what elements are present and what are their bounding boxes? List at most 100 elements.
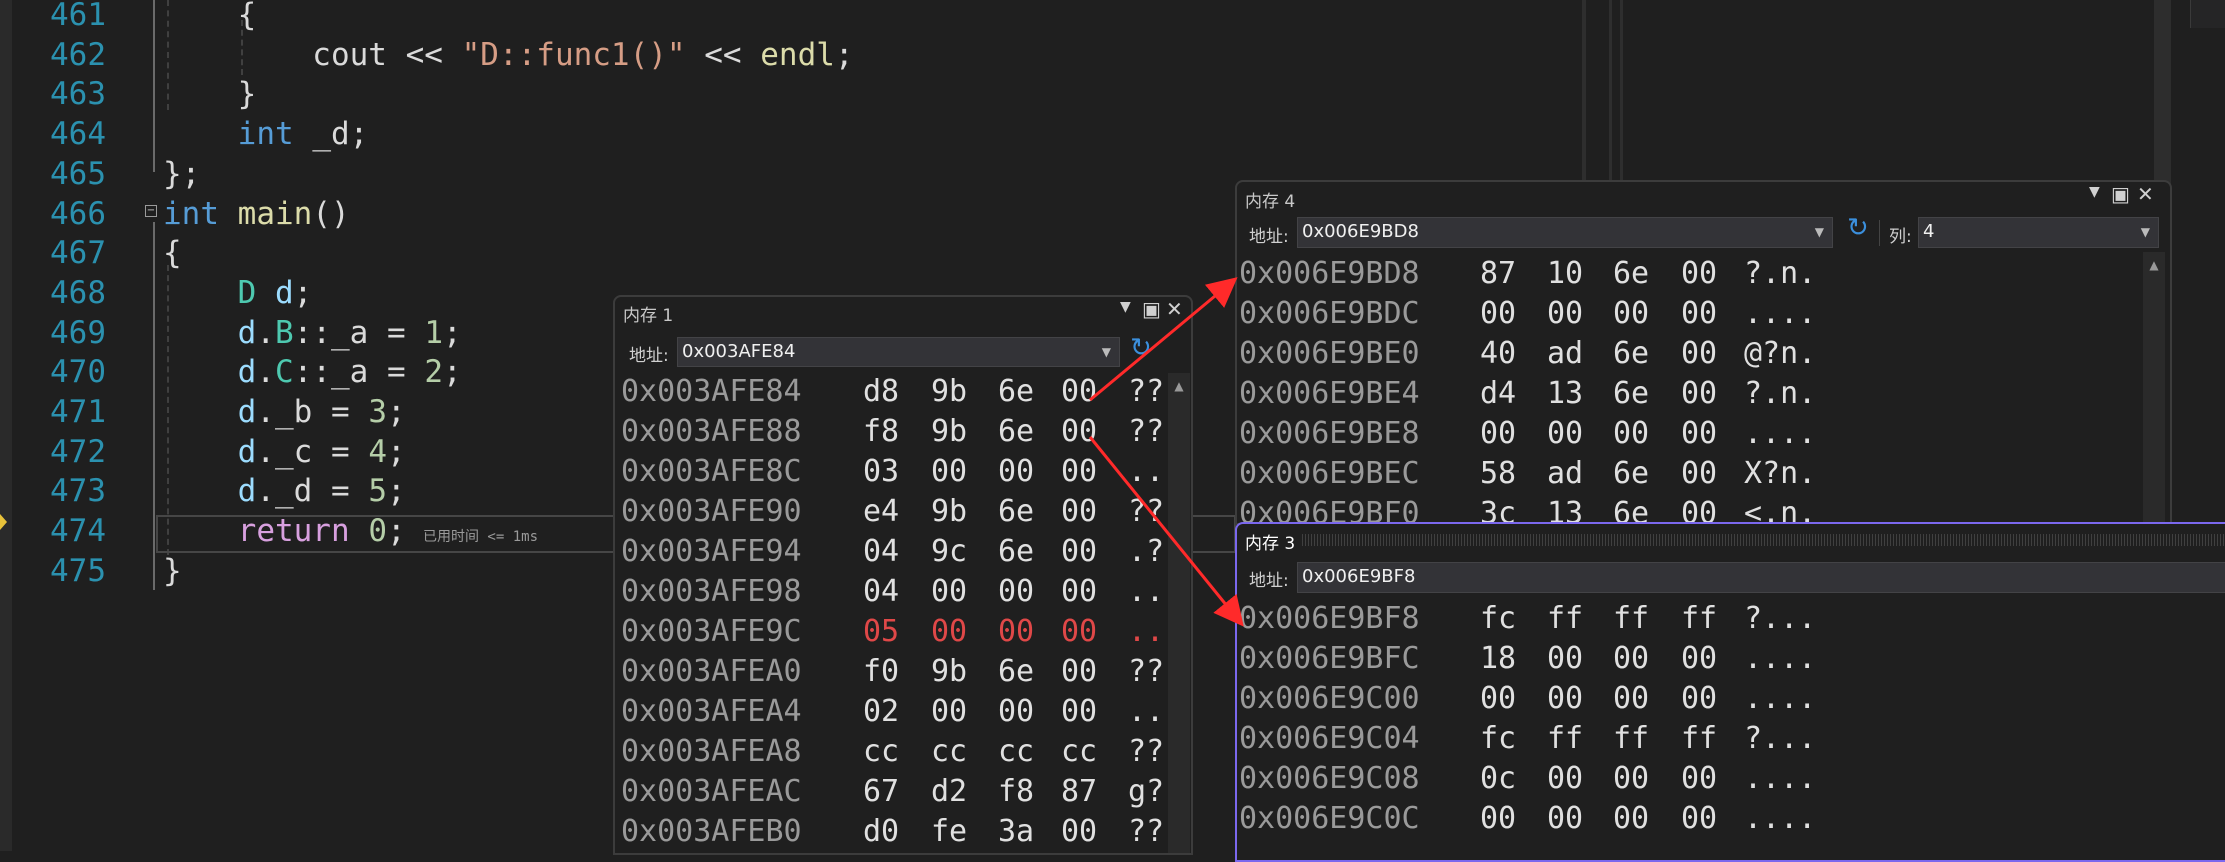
memory-byte[interactable]: 02	[863, 692, 899, 732]
memory-byte[interactable]: ad	[1547, 454, 1583, 494]
memory-byte[interactable]: 00	[1547, 639, 1583, 679]
memory-byte[interactable]: ad	[1547, 334, 1583, 374]
memory-byte[interactable]: d0	[863, 812, 899, 852]
memory-byte[interactable]: 00	[1613, 759, 1649, 799]
memory-byte[interactable]: cc	[998, 732, 1034, 772]
memory-window-4[interactable]: 内存 4 ▼ ▣ ✕ 地址: 0x006E9BD8 ▼ ↻ 列: 4 ▼ ▲ 0x0…	[1235, 180, 2172, 525]
memory-byte[interactable]: 87	[1480, 254, 1516, 294]
memory-byte[interactable]: 00	[1681, 679, 1717, 719]
memory-byte[interactable]: 00	[1681, 799, 1717, 839]
memory-row[interactable]: 0x003AFE94 04 9c 6e 00.?	[615, 532, 1191, 572]
memory-byte[interactable]: 18	[1480, 639, 1516, 679]
memory-byte[interactable]: f8	[863, 412, 899, 452]
memory-byte[interactable]: 00	[931, 452, 967, 492]
memory-byte[interactable]: 00	[1681, 494, 1717, 523]
memory-row[interactable]: 0x003AFEA8 cc cc cc cc??	[615, 732, 1191, 772]
memory-byte[interactable]: 00	[1681, 374, 1717, 414]
memory-byte[interactable]: fc	[1480, 599, 1516, 639]
chevron-down-icon[interactable]: ▼	[1815, 218, 1824, 246]
memory-byte[interactable]: 87	[1061, 772, 1097, 812]
memory-window-1[interactable]: 内存 1 ▼ ▣ ✕ 地址: 0x003AFE84 ▼ ↻ ▲ 0x003AFE8…	[613, 295, 1193, 855]
memory-byte[interactable]: 00	[1061, 532, 1097, 572]
memory-row[interactable]: 0x003AFE8C 03 00 00 00..	[615, 452, 1191, 492]
memory-row[interactable]: 0x003AFE9C 05 00 00 00..	[615, 612, 1191, 652]
memory-row[interactable]: 0x006E9BE0 40 ad 6e 00 @?n.	[1237, 334, 2170, 374]
memory-byte[interactable]: 10	[1547, 254, 1583, 294]
address-input[interactable]: 0x003AFE84 ▼	[677, 337, 1120, 367]
memory-byte[interactable]: 6e	[998, 532, 1034, 572]
memory-row[interactable]: 0x003AFEAC 67 d2 f8 87 g?	[615, 772, 1191, 812]
memory-byte[interactable]: ff	[1547, 719, 1583, 759]
memory-row[interactable]: 0x006E9C0C 00 00 00 00....	[1237, 799, 2225, 839]
memory-byte[interactable]: 9c	[931, 532, 967, 572]
memory-byte[interactable]: 00	[1613, 414, 1649, 454]
memory-byte[interactable]: ff	[1613, 719, 1649, 759]
code-line[interactable]: d._c = 4;	[163, 432, 406, 472]
memory-row[interactable]: 0x003AFE90 e4 9b 6e 00??	[615, 492, 1191, 532]
memory-byte[interactable]: 00	[1061, 372, 1097, 412]
code-line[interactable]: int main()	[163, 194, 350, 234]
memory-row[interactable]: 0x006E9BE8 00 00 00 00....	[1237, 414, 2170, 454]
memory-byte[interactable]: cc	[931, 732, 967, 772]
memory-byte[interactable]: 00	[931, 572, 967, 612]
memory-byte[interactable]: 00	[1613, 679, 1649, 719]
drag-grip[interactable]	[1302, 534, 2225, 546]
memory-byte[interactable]: 04	[863, 532, 899, 572]
maximize-icon[interactable]: ▣	[1142, 297, 1161, 321]
memory-byte[interactable]: 00	[998, 612, 1034, 652]
memory-row[interactable]: 0x003AFE88 f8 9b 6e 00??	[615, 412, 1191, 452]
memory-row[interactable]: 0x006E9BE4 d4 13 6e 00 ?.n.	[1237, 374, 2170, 414]
memory-byte[interactable]: d2	[931, 772, 967, 812]
memory-byte[interactable]: 9b	[931, 372, 967, 412]
memory-byte[interactable]: ff	[1547, 599, 1583, 639]
memory-byte[interactable]: 00	[1480, 799, 1516, 839]
chevron-down-icon[interactable]: ▼	[2141, 218, 2150, 246]
memory-byte[interactable]: 00	[931, 692, 967, 732]
memory-byte[interactable]: 6e	[1613, 334, 1649, 374]
code-line[interactable]: }	[163, 551, 182, 591]
memory-byte[interactable]: 6e	[1613, 494, 1649, 523]
memory-byte[interactable]: 6e	[998, 412, 1034, 452]
memory-row[interactable]: 0x006E9BF0 3c 13 6e 00 <.n.	[1237, 494, 2170, 523]
memory-byte[interactable]: 00	[1681, 294, 1717, 334]
memory-byte[interactable]: 3c	[1480, 494, 1516, 523]
memory-row[interactable]: 0x003AFE84 d8 9b 6e 00??	[615, 372, 1191, 412]
memory-byte[interactable]: 03	[863, 452, 899, 492]
memory-row[interactable]: 0x006E9BDC 00 00 00 00....	[1237, 294, 2170, 334]
memory-row[interactable]: 0x006E9C04 fc ff ff ff?...	[1237, 719, 2225, 759]
code-line[interactable]: int _d;	[163, 114, 369, 154]
chevron-down-icon[interactable]: ▼	[2089, 184, 2100, 200]
memory-byte[interactable]: 00	[1613, 639, 1649, 679]
memory-row[interactable]: 0x003AFEB0 d0 fe 3a 00??	[615, 812, 1191, 852]
memory-byte[interactable]: 00	[1480, 414, 1516, 454]
code-line[interactable]: {	[163, 233, 182, 273]
memory-byte[interactable]: 00	[1681, 334, 1717, 374]
memory-byte[interactable]: 05	[863, 612, 899, 652]
memory-byte[interactable]: ff	[1681, 719, 1717, 759]
memory-row[interactable]: 0x006E9BFC 18 00 00 00....	[1237, 639, 2225, 679]
memory-byte[interactable]: 00	[998, 452, 1034, 492]
memory-byte[interactable]: d4	[1480, 374, 1516, 414]
memory-row[interactable]: 0x006E9BD8 87 10 6e 00 ?.n.	[1237, 254, 2170, 294]
memory-byte[interactable]: 00	[1061, 572, 1097, 612]
memory-row[interactable]: 0x006E9BEC 58 ad 6e 00 X?n.	[1237, 454, 2170, 494]
memory-byte[interactable]: 00	[1681, 454, 1717, 494]
refresh-icon[interactable]: ↻	[1130, 333, 1152, 363]
memory-byte[interactable]: 40	[1480, 334, 1516, 374]
memory-byte[interactable]: 9b	[931, 652, 967, 692]
memory-byte[interactable]: 00	[1681, 254, 1717, 294]
memory-byte[interactable]: fe	[931, 812, 967, 852]
memory-byte[interactable]: cc	[1061, 732, 1097, 772]
memory-byte[interactable]: 00	[1613, 294, 1649, 334]
memory-byte[interactable]: 13	[1547, 494, 1583, 523]
close-icon[interactable]: ✕	[1166, 297, 1183, 321]
memory-byte[interactable]: 00	[1061, 412, 1097, 452]
memory-byte[interactable]: 00	[931, 612, 967, 652]
code-line[interactable]: d.B::_a = 1;	[163, 313, 462, 353]
code-line[interactable]: cout << "D::func1()" << endl;	[163, 35, 853, 75]
memory-byte[interactable]: cc	[863, 732, 899, 772]
maximize-icon[interactable]: ▣	[2111, 182, 2130, 206]
chevron-down-icon[interactable]: ▼	[1120, 299, 1131, 315]
code-line[interactable]: D d;	[163, 273, 313, 313]
memory-byte[interactable]: 00	[1613, 799, 1649, 839]
